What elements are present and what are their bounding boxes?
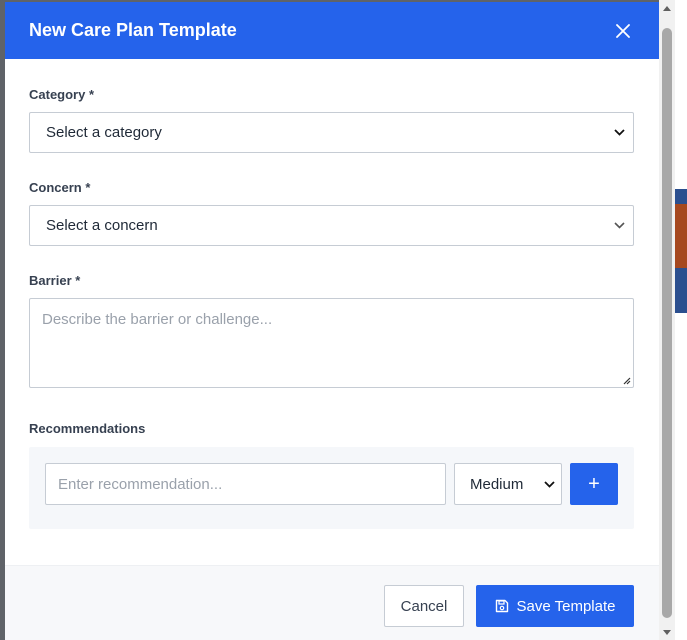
- save-icon: [495, 599, 508, 613]
- scrollbar[interactable]: [659, 0, 675, 640]
- chevron-down-icon: [613, 127, 625, 139]
- concern-select[interactable]: Select a concern: [29, 205, 634, 246]
- recommendation-placeholder: Enter recommendation...: [58, 475, 223, 493]
- concern-label: Concern *: [29, 180, 91, 195]
- category-select[interactable]: Select a category: [29, 112, 634, 153]
- modal-header: New Care Plan Template: [5, 2, 659, 59]
- recommendations-label: Recommendations: [29, 421, 146, 436]
- save-template-button[interactable]: Save Template: [476, 585, 634, 627]
- category-label: Category *: [29, 87, 95, 102]
- category-select-value: Select a category: [46, 124, 162, 141]
- save-button-label: Save Template: [516, 597, 616, 615]
- chevron-down-icon: [543, 478, 555, 490]
- barrier-textarea[interactable]: Describe the barrier or challenge...: [29, 298, 634, 388]
- recommendation-input[interactable]: Enter recommendation...: [45, 463, 446, 505]
- scrollbar-thumb[interactable]: [662, 28, 672, 618]
- care-plan-template-modal: New Care Plan Template Category * Select…: [5, 2, 659, 640]
- close-icon: [616, 23, 630, 38]
- cancel-button-label: Cancel: [400, 597, 448, 615]
- priority-select-value: Medium: [470, 475, 524, 493]
- priority-select[interactable]: Medium: [454, 463, 562, 505]
- add-recommendation-button[interactable]: +: [570, 463, 618, 505]
- chevron-down-icon: [613, 220, 625, 232]
- barrier-placeholder: Describe the barrier or challenge...: [42, 311, 273, 328]
- modal-title: New Care Plan Template: [29, 20, 237, 40]
- modal-footer: Cancel Save Template: [5, 565, 659, 640]
- close-button[interactable]: [613, 21, 633, 41]
- concern-select-value: Select a concern: [46, 217, 158, 234]
- scroll-up-arrow-icon[interactable]: [659, 0, 675, 16]
- cancel-button[interactable]: Cancel: [384, 585, 464, 627]
- recommendations-panel: Enter recommendation... Medium +: [29, 447, 634, 529]
- plus-icon: +: [588, 472, 600, 495]
- scroll-down-arrow-icon[interactable]: [659, 624, 675, 640]
- barrier-label: Barrier *: [29, 273, 81, 288]
- resize-handle-icon[interactable]: [621, 375, 631, 385]
